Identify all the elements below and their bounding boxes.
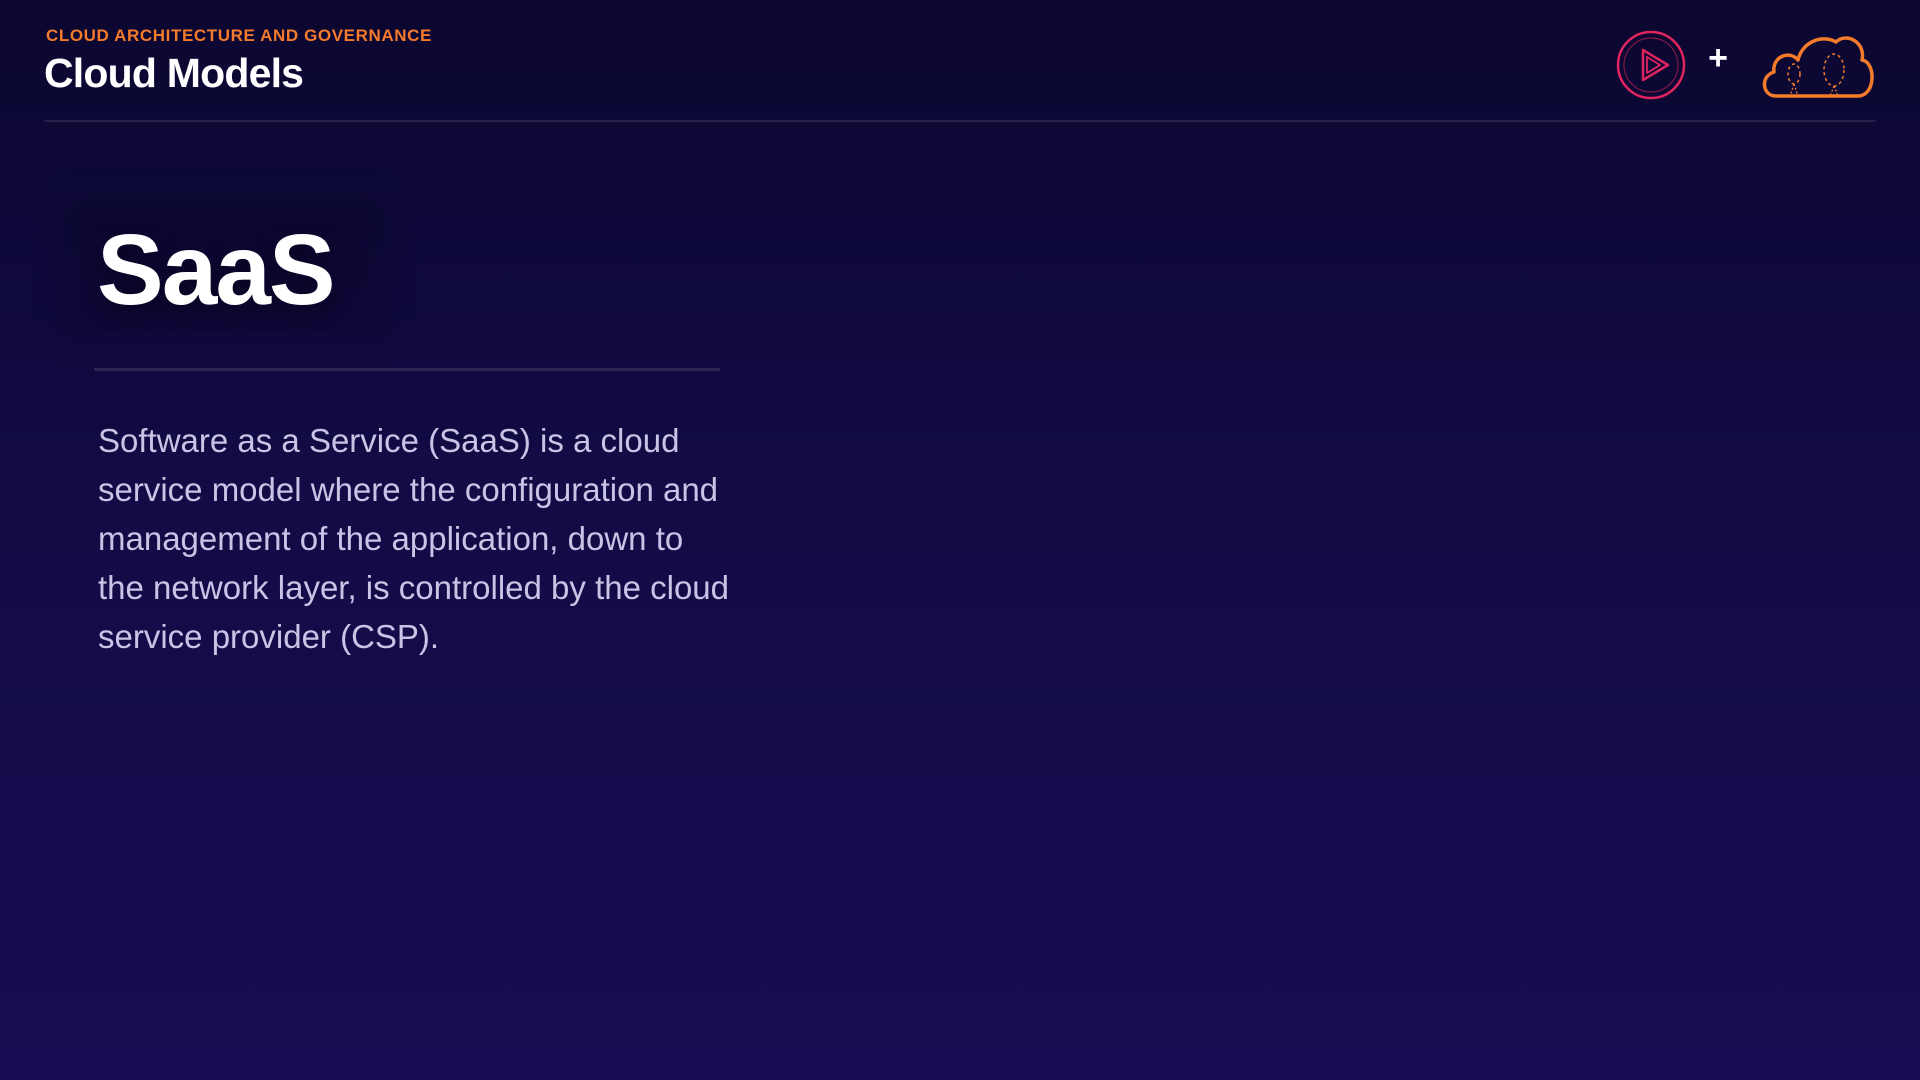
module-title: Cloud Models <box>44 50 304 96</box>
slide-header: CLOUD ARCHITECTURE AND GOVERNANCE Cloud … <box>44 26 1876 122</box>
slide-body-text: Software as a Service (SaaS) is a cloud … <box>98 422 730 655</box>
cloud-icon <box>1762 36 1874 98</box>
logo-group: + <box>1616 30 1876 102</box>
plus-separator: + <box>1708 39 1728 77</box>
slide-heading: SaaS <box>97 214 336 326</box>
play-icon <box>1616 30 1686 100</box>
course-title: CLOUD ARCHITECTURE AND GOVERNANCE <box>46 26 432 45</box>
heading-divider <box>94 368 720 371</box>
